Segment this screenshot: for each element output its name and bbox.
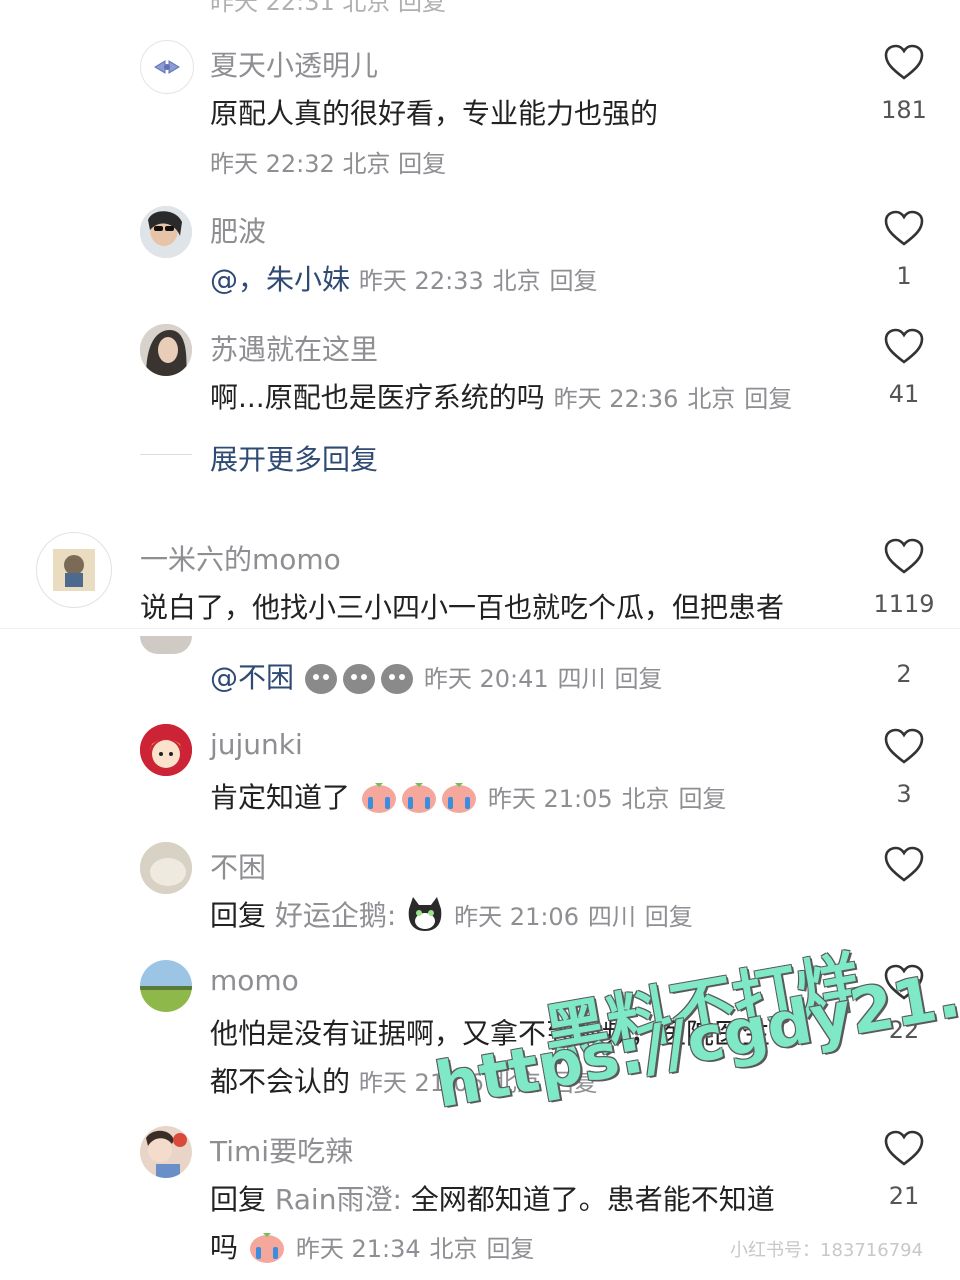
comment-text-cont: 吗 <box>210 1231 239 1264</box>
comment-username[interactable]: 苏遇就在这里 <box>210 328 378 368</box>
landscape-photo-icon <box>140 960 192 1012</box>
reply-button[interactable]: 回复 <box>678 785 726 813</box>
user-photo-icon <box>140 206 192 258</box>
cartoon-avatar-icon <box>53 549 95 591</box>
heart-icon[interactable] <box>884 44 924 80</box>
like-count: 41 <box>888 380 920 408</box>
comment-location: 四川 <box>587 903 636 931</box>
avatar[interactable] <box>140 842 192 894</box>
avatar[interactable] <box>140 724 192 776</box>
reply-button[interactable]: 回复 <box>645 903 693 931</box>
user-photo-icon <box>140 1126 192 1178</box>
reply-button[interactable]: 回复 <box>744 385 792 413</box>
comment-username[interactable]: jujunki <box>210 728 303 761</box>
comment-username[interactable]: Timi要吃辣 <box>210 1130 353 1170</box>
comment-text: 肯定知道了 <box>210 781 351 814</box>
comment-time: 昨天 21:05 <box>487 785 613 813</box>
reply-button[interactable]: 回复 <box>614 665 662 693</box>
heart-icon[interactable] <box>884 728 924 764</box>
heart-icon[interactable] <box>884 210 924 246</box>
like-count: 1119 <box>873 590 935 618</box>
comment-time: 昨天 22:36 <box>553 385 679 413</box>
reply-prefix: 回复 <box>210 1183 267 1216</box>
comment-line: 吗 昨天 21:34 北京 回复 <box>210 1226 534 1272</box>
comment-username[interactable]: 不困 <box>210 846 266 886</box>
footer-id: 小红书号：183716794 <box>730 1240 924 1261</box>
like-count: 181 <box>881 96 927 124</box>
heart-icon[interactable] <box>884 538 924 574</box>
comment-location: 北京 <box>429 1235 478 1263</box>
comment-username[interactable]: momo <box>210 964 299 997</box>
crying-emoji <box>359 777 479 822</box>
comment-line: @，朱小妹 昨天 22:33 北京 回复 <box>210 258 598 298</box>
avatar-fragment <box>140 636 192 654</box>
avatar[interactable] <box>140 1126 192 1178</box>
comment-line: 肯定知道了 昨天 21:05 北京 回复 <box>210 776 726 822</box>
user-photo-icon <box>140 842 192 894</box>
comment-line: 回复 Rain雨澄: 全网都知道了。患者能不知道 <box>210 1178 775 1218</box>
comment-location: 北京 <box>342 150 391 178</box>
user-photo-icon <box>140 324 192 376</box>
comment-text: 全网都知道了。患者能不知道 <box>410 1183 775 1216</box>
comment-meta: 昨天 22:32 北京 回复 <box>210 144 446 179</box>
comment-time: 昨天 22:32 <box>210 150 335 178</box>
comment-time: 昨天 20:41 <box>423 665 549 693</box>
comment-text: 原配人真的很好看，专业能力也强的 <box>210 97 659 130</box>
comment-location: 北京 <box>621 785 670 813</box>
avatar[interactable] <box>140 324 192 376</box>
heart-icon[interactable] <box>884 1130 924 1166</box>
reply-target[interactable]: 好运企鹅: <box>275 899 396 932</box>
comment-username[interactable]: 夏天小透明儿 <box>210 44 378 84</box>
like-count: 2 <box>896 660 912 688</box>
divider <box>140 454 192 455</box>
mention-link[interactable]: @不困 <box>210 661 294 694</box>
reply-target[interactable]: Rain雨澄: <box>275 1183 402 1216</box>
heart-icon[interactable] <box>884 846 924 882</box>
comment-text: 啊...原配也是医疗系统的吗 <box>210 381 545 414</box>
reply-prefix: 回复 <box>210 899 267 932</box>
reply-button[interactable]: 回复 <box>398 150 446 178</box>
cat-emoji <box>405 895 445 940</box>
comment-line: 啊...原配也是医疗系统的吗 昨天 22:36 北京 回复 <box>210 376 792 416</box>
comment-time: 昨天 21:34 <box>295 1235 421 1263</box>
heart-icon[interactable] <box>884 328 924 364</box>
avatar[interactable] <box>140 206 192 258</box>
comment-time: 昨天 21:06 <box>454 903 579 931</box>
like-count: 3 <box>896 780 912 808</box>
comment-location: 四川 <box>557 665 606 693</box>
comment-line: @不困 昨天 20:41 四川 回复 <box>210 656 662 702</box>
like-count: 1 <box>896 262 912 290</box>
reply-button[interactable]: 回复 <box>486 1235 534 1263</box>
comment-username[interactable]: 一米六的momo <box>140 538 341 578</box>
comment-time: 昨天 22:33 <box>358 267 484 295</box>
expand-replies-button[interactable]: 展开更多回复 <box>210 438 378 478</box>
crying-emoji <box>247 1227 287 1272</box>
reply-button[interactable]: 回复 <box>550 267 598 295</box>
avatar[interactable] <box>36 532 112 608</box>
sad-blob-emoji <box>303 657 415 702</box>
comment-text: 说白了，他找小三小四小一百也就吃个瓜，但把患者 <box>140 591 785 624</box>
comment-location: 北京 <box>492 267 541 295</box>
comment-text-cont: 都不会认的 <box>210 1065 351 1098</box>
bow-icon <box>154 60 180 74</box>
avatar[interactable] <box>140 40 194 94</box>
mention-link[interactable]: @，朱小妹 <box>210 263 350 296</box>
comment-line: 回复 好运企鹅: 昨天 21:06 四川 回复 <box>210 894 693 940</box>
avatar[interactable] <box>140 960 192 1012</box>
cartoon-girl-icon <box>140 724 192 776</box>
comment-username[interactable]: 肥波 <box>210 210 266 250</box>
like-count: 21 <box>888 1182 920 1210</box>
comment-location: 北京 <box>687 385 736 413</box>
